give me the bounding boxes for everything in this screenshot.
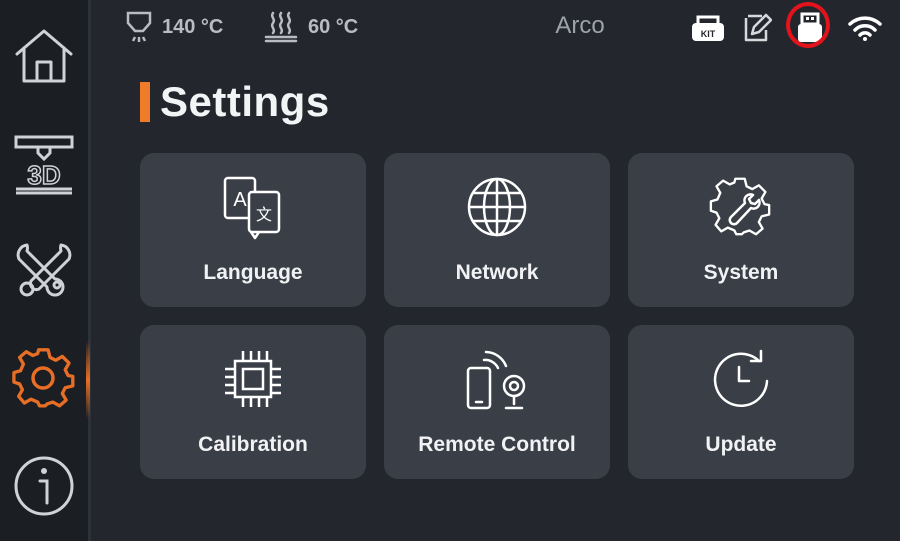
active-indicator (86, 340, 90, 420)
3d-printer-icon: 3D (14, 135, 74, 195)
title-accent-bar (140, 82, 150, 122)
edit-icon[interactable] (742, 12, 772, 44)
3d-label: 3D (27, 160, 60, 190)
sidebar-item-info[interactable] (0, 446, 88, 526)
globe-icon (467, 177, 527, 237)
chip-icon (225, 351, 281, 407)
nozzle-icon (126, 11, 152, 42)
wifi-icon[interactable] (848, 14, 882, 42)
svg-text:文: 文 (256, 205, 272, 224)
remote-control-card[interactable]: Remote Control (384, 325, 610, 479)
page-title: Settings (140, 78, 330, 126)
page-title-text: Settings (160, 78, 330, 125)
network-card[interactable]: Network (384, 153, 610, 307)
remote-control-label: Remote Control (418, 433, 576, 456)
bed-temp: 60 °C (264, 10, 358, 44)
network-label: Network (455, 261, 539, 284)
calibration-label: Calibration (198, 433, 308, 456)
sidebar: 3D (0, 0, 91, 541)
language-label: Language (203, 261, 303, 284)
language-icon: A 文 (223, 176, 281, 240)
system-label: System (703, 261, 779, 284)
kit-icon[interactable]: KIT (690, 13, 726, 43)
kit-badge-text: KIT (701, 29, 716, 39)
printer-name: Arco (555, 12, 605, 39)
heated-bed-icon (264, 11, 298, 43)
usb-status[interactable] (786, 2, 832, 50)
sidebar-item-home[interactable] (0, 16, 88, 96)
calibration-card[interactable]: Calibration (140, 325, 366, 479)
status-bar: 140 °C 60 °C Arco KIT (90, 0, 900, 60)
system-card[interactable]: System (628, 153, 854, 307)
home-icon (15, 29, 73, 83)
system-gear-icon (709, 177, 771, 236)
usb-icon (798, 12, 822, 42)
gear-icon (12, 348, 75, 408)
sidebar-item-print[interactable]: 3D (0, 122, 88, 202)
tools-icon (16, 243, 72, 297)
sidebar-item-settings[interactable] (0, 338, 88, 418)
sidebar-item-tools[interactable] (0, 230, 88, 310)
status-icons: KIT (690, 2, 882, 48)
info-icon (14, 456, 74, 516)
update-card[interactable]: Update (628, 325, 854, 479)
update-label: Update (705, 433, 777, 456)
svg-text:A: A (233, 189, 247, 211)
language-card[interactable]: A 文 Language (140, 153, 366, 307)
update-icon (713, 349, 769, 407)
bed-temp-value: 60 °C (308, 15, 359, 38)
remote-control-icon (466, 350, 526, 410)
nozzle-temp-value: 140 °C (162, 15, 224, 38)
nozzle-temp: 140 °C (126, 10, 223, 44)
